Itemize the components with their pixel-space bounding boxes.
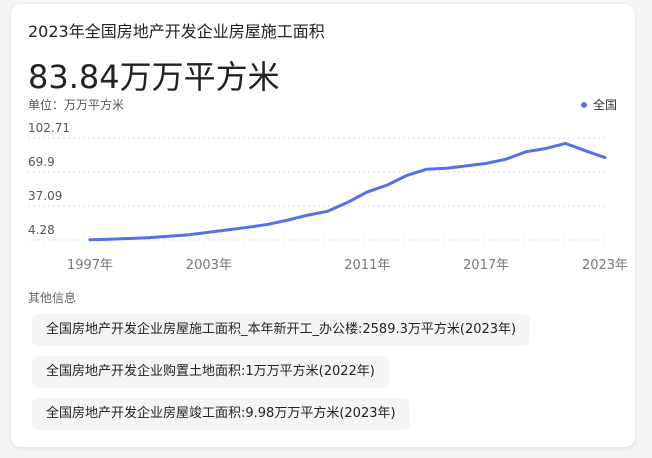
data-point[interactable] (163, 230, 175, 242)
data-point[interactable] (480, 157, 492, 169)
data-point[interactable] (460, 160, 472, 172)
data-point[interactable] (282, 214, 294, 226)
data-point[interactable] (441, 162, 453, 174)
data-point[interactable] (242, 221, 254, 233)
line-chart[interactable]: 102.71 69.9 37.09 4.28 1997年 2003年 2011年 2017年 2… (11, 4, 635, 284)
x-tick-label: 2011年 (344, 258, 390, 273)
data-point[interactable] (84, 234, 96, 246)
y-tick-label: 37.09 (28, 189, 62, 203)
data-point[interactable] (342, 196, 354, 208)
data-point[interactable] (223, 224, 235, 236)
info-item-office-new-start[interactable]: 全国房地产开发企业房屋施工面积_本年新开工_办公楼:2589.3万平方米(202… (32, 314, 531, 346)
data-point[interactable] (302, 209, 314, 221)
data-point[interactable] (599, 152, 611, 164)
data-point[interactable] (579, 145, 591, 157)
x-tick-label: 2017年 (463, 258, 509, 273)
data-point[interactable] (262, 218, 274, 230)
y-tick-label: 102.71 (28, 121, 70, 135)
data-point[interactable] (559, 137, 571, 149)
info-item-completed-area[interactable]: 全国房地产开发企业房屋竣工面积:9.98万万平方米(2023年) (32, 398, 410, 430)
data-point[interactable] (361, 186, 373, 198)
x-tick-label: 1997年 (67, 258, 113, 273)
y-tick-label: 69.9 (28, 155, 55, 169)
data-point[interactable] (540, 142, 552, 154)
data-point[interactable] (381, 179, 393, 191)
data-point[interactable] (500, 153, 512, 165)
info-item-land-purchase[interactable]: 全国房地产开发企业购置土地面积:1万万平方米(2022年) (32, 356, 389, 388)
data-point[interactable] (322, 205, 334, 217)
data-point[interactable] (183, 229, 195, 241)
stat-card: 2023年全国房地产开发企业房屋施工面积 83.84万万平方米 单位：万万平方米… (11, 4, 635, 447)
data-point[interactable] (143, 232, 155, 244)
data-point[interactable] (421, 163, 433, 175)
x-tick-label: 2003年 (186, 258, 232, 273)
data-point[interactable] (104, 233, 116, 245)
data-point[interactable] (401, 169, 413, 181)
y-tick-label: 4.28 (28, 223, 55, 237)
data-point[interactable] (520, 146, 532, 158)
data-point[interactable] (124, 233, 136, 245)
other-info-title: 其他信息 (28, 291, 77, 305)
series-line-全国[interactable] (88, 141, 607, 242)
data-point[interactable] (203, 226, 215, 238)
x-tick-label: 2023年 (582, 258, 628, 273)
